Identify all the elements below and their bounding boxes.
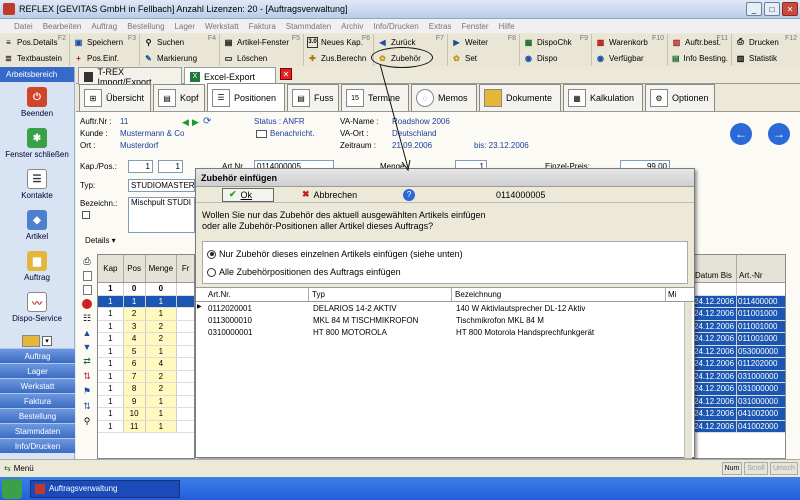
app-small-icon <box>35 483 45 494</box>
status-bar: ⇆ Menü Num Scroll Umsch <box>0 459 800 477</box>
scroll-indicator: Scroll <box>744 462 768 475</box>
umsch-indicator: Umsch <box>770 462 798 475</box>
menu-icon: ⇆ <box>4 464 11 473</box>
num-indicator: Num <box>722 462 742 475</box>
taskbar: Auftragsverwaltung <box>0 477 800 500</box>
menu-toggle[interactable]: ⇆ Menü <box>4 464 34 473</box>
taskbar-item-auftragsverwaltung[interactable]: Auftragsverwaltung <box>30 479 180 498</box>
annotation-arrow <box>379 63 411 172</box>
start-button[interactable] <box>2 478 22 499</box>
